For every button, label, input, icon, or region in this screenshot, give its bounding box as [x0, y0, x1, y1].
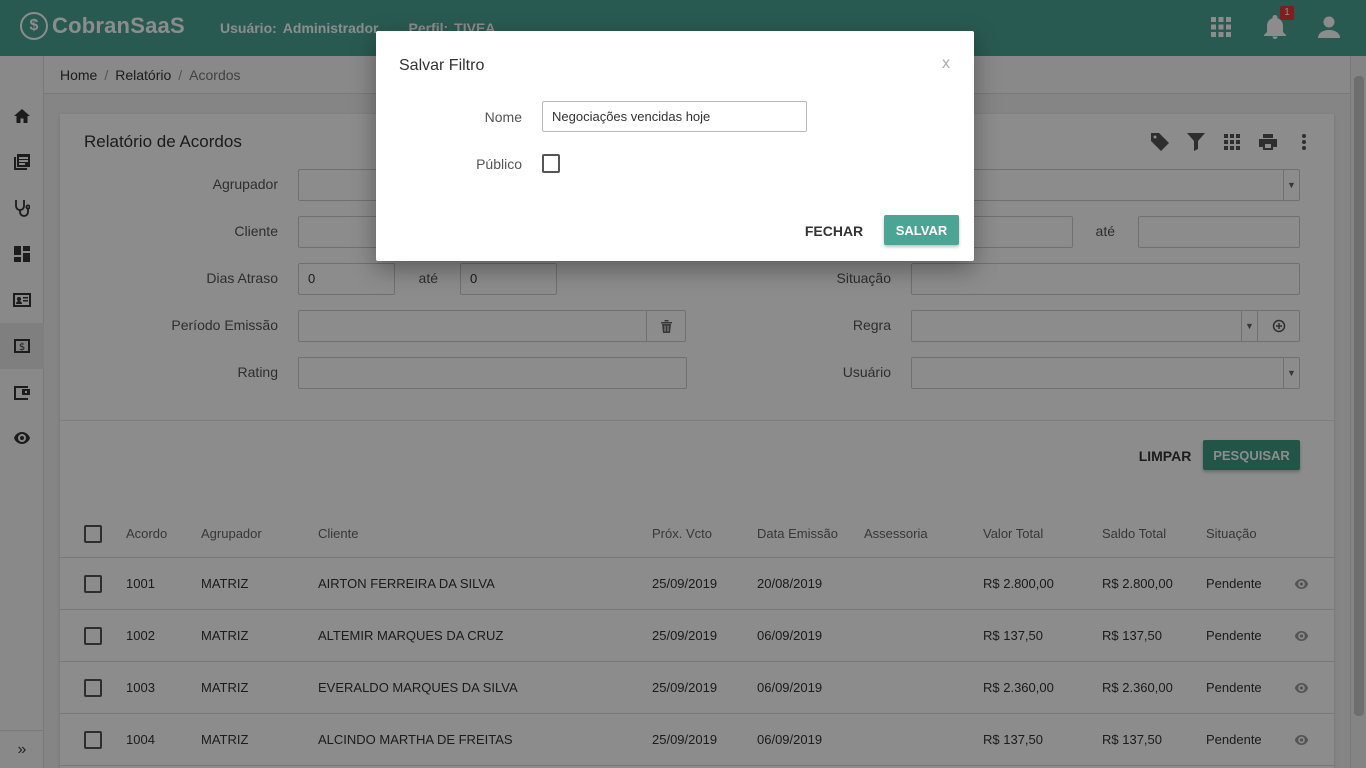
filter-name-input[interactable]	[542, 101, 807, 132]
close-button[interactable]: FECHAR	[804, 222, 864, 240]
public-label: Público	[476, 156, 522, 172]
save-filter-dialog: Salvar Filtro x Nome Público FECHAR SALV…	[376, 31, 974, 261]
dialog-title: Salvar Filtro	[399, 57, 485, 74]
name-label: Nome	[484, 109, 522, 125]
public-checkbox[interactable]	[542, 154, 560, 173]
close-icon[interactable]: x	[942, 55, 950, 73]
save-button[interactable]: SALVAR	[884, 215, 959, 245]
